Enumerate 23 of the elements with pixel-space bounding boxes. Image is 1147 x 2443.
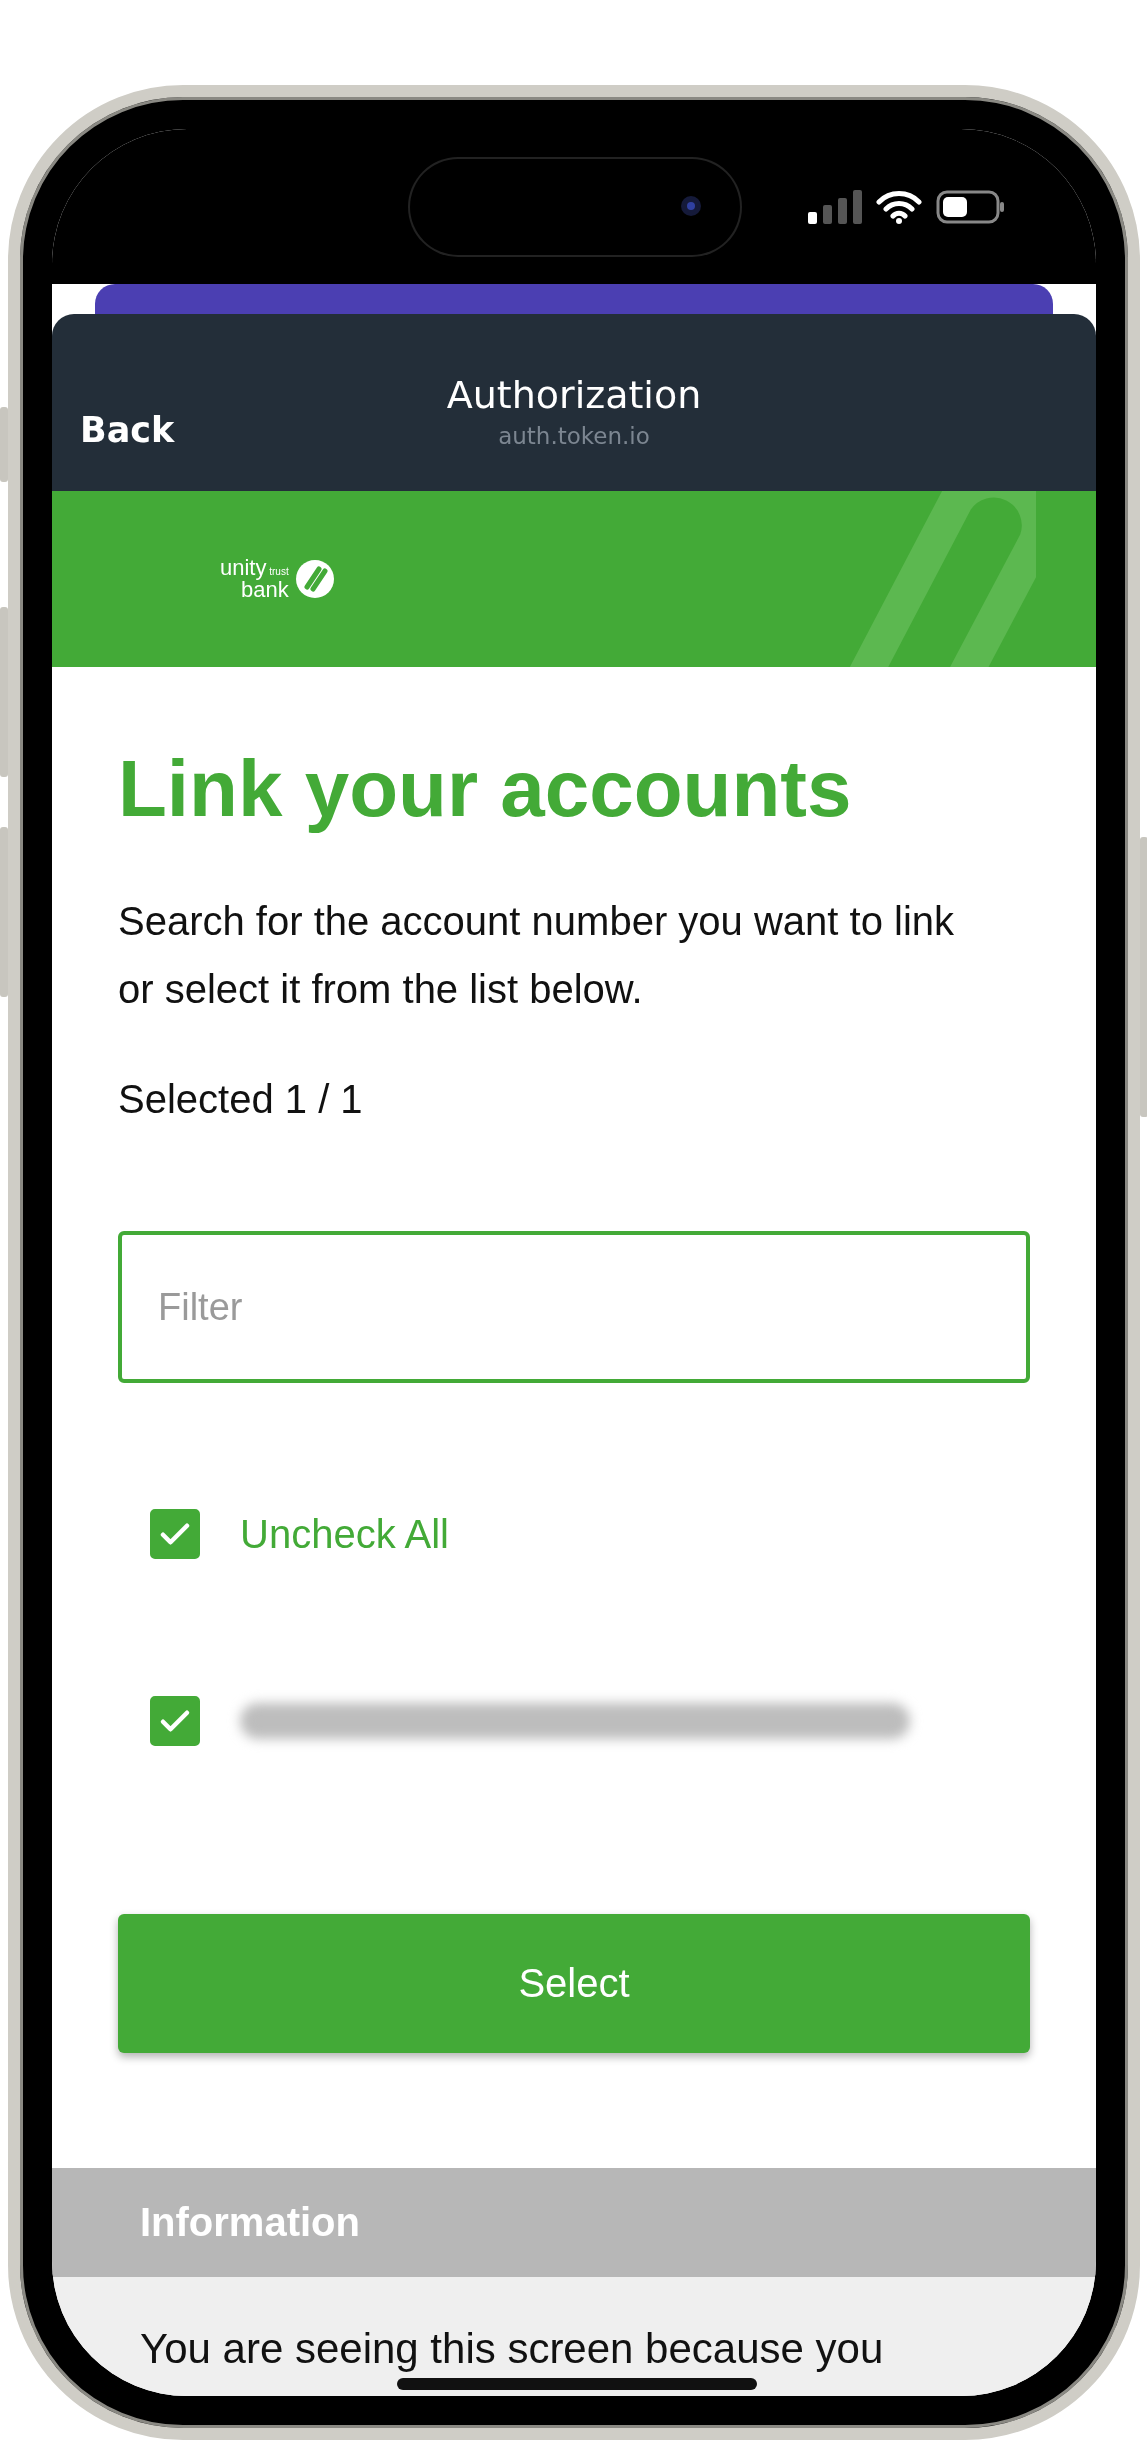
filter-field[interactable]: Filter — [118, 1231, 1030, 1383]
page-heading: Link your accounts — [118, 743, 853, 835]
volume-button[interactable] — [0, 607, 8, 777]
wifi-icon — [876, 189, 922, 224]
page-url: auth.token.io — [498, 422, 650, 449]
volume-button[interactable] — [0, 827, 8, 997]
select-button[interactable]: Select — [118, 1914, 1030, 2053]
camera-icon — [680, 195, 702, 217]
uncheck-all-label[interactable]: Uncheck All — [240, 1511, 449, 1557]
information-header: Information — [52, 2168, 1096, 2277]
back-button[interactable]: Back — [80, 410, 175, 450]
power-button[interactable] — [1140, 837, 1147, 1117]
instructions-text: Search for the account number you want to link or select it from the list below. — [118, 898, 955, 1013]
selected-count: Selected 1 / 1 — [118, 1076, 364, 1123]
checkbox[interactable] — [150, 1509, 200, 1559]
page-title: Authorization — [446, 372, 702, 417]
battery-icon — [936, 189, 1006, 224]
side-button[interactable] — [0, 407, 8, 482]
checkbox[interactable] — [150, 1696, 200, 1746]
bank-logo-text: unitytrust bank — [220, 557, 289, 601]
signal-icon — [808, 189, 862, 224]
information-text: You are seeing this screen because you — [140, 2325, 884, 2372]
logo-icon — [294, 559, 335, 599]
